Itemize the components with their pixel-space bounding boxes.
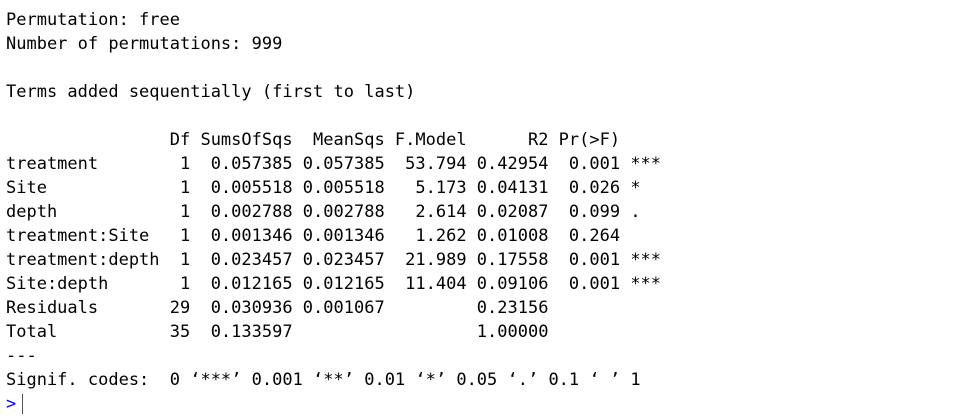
prompt-symbol: > — [6, 394, 17, 414]
table-row: depth 1 0.002788 0.002788 2.614 0.02087 … — [6, 202, 662, 222]
table-row: Residuals 29 0.030936 0.001067 0.23156 — [6, 298, 662, 318]
table-row: treatment:depth 1 0.023457 0.023457 21.9… — [6, 250, 662, 270]
table-row: treatment:Site 1 0.001346 0.001346 1.262… — [6, 226, 662, 246]
anova-table: Df SumsOfSqs MeanSqs F.Model R2 Pr(>F) t… — [6, 128, 966, 344]
permutation-line: Permutation: free — [6, 10, 180, 30]
signif-codes-line: Signif. codes: 0 ‘***’ 0.001 ‘**’ 0.01 ‘… — [6, 370, 641, 390]
separator-line: --- — [6, 346, 37, 366]
table-header-row: Df SumsOfSqs MeanSqs F.Model R2 Pr(>F) — [6, 130, 662, 150]
number-of-permutations-line: Number of permutations: 999 — [6, 34, 283, 54]
text-cursor — [22, 394, 24, 414]
r-console-output: Permutation: free Number of permutations… — [6, 8, 966, 416]
console-input-line[interactable]: > — [6, 392, 966, 416]
table-row: Site:depth 1 0.012165 0.012165 11.404 0.… — [6, 274, 662, 294]
table-row: Site 1 0.005518 0.005518 5.173 0.04131 0… — [6, 178, 662, 198]
table-row: Total 35 0.133597 1.00000 — [6, 322, 662, 342]
terms-note-line: Terms added sequentially (first to last) — [6, 82, 416, 102]
table-row: treatment 1 0.057385 0.057385 53.794 0.4… — [6, 154, 662, 174]
